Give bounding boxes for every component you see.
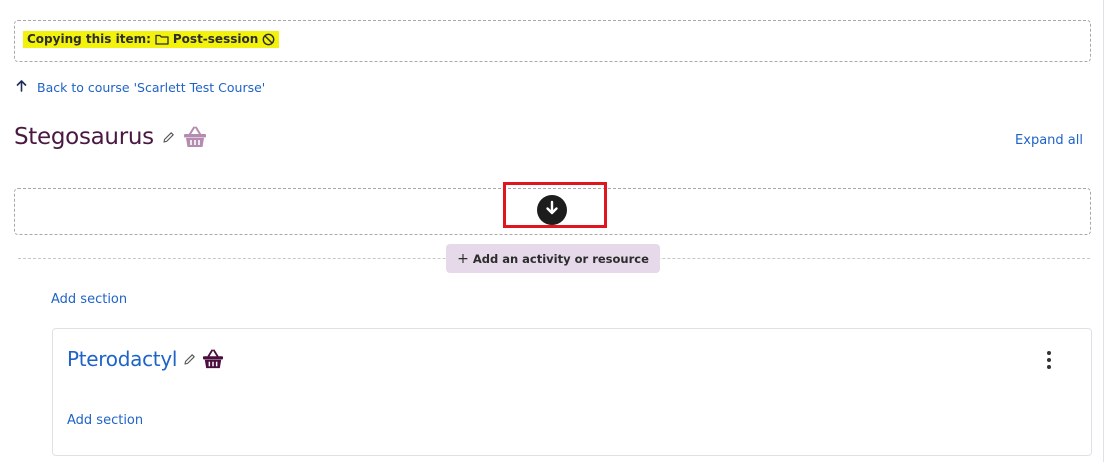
edit-pencil-icon[interactable] [183, 353, 196, 366]
section-heading: Stegosaurus [14, 124, 207, 150]
expand-all-link[interactable]: Expand all [1015, 133, 1083, 148]
folder-icon [155, 34, 169, 45]
back-to-course-label: Back to course 'Scarlett Test Course' [37, 80, 266, 95]
subsection-heading: Pterodactyl [67, 347, 224, 371]
subsection-card: Pterodactyl Add section [52, 328, 1092, 456]
section-title: Stegosaurus [14, 124, 154, 150]
add-activity-label: Add an activity or resource [472, 251, 649, 266]
arrow-up-icon [16, 80, 27, 95]
arrow-down-circle-icon [545, 200, 559, 220]
basket-icon[interactable] [183, 126, 207, 148]
more-options-icon[interactable] [1045, 349, 1053, 371]
add-section-link[interactable]: Add section [51, 292, 127, 307]
copy-item-banner: Copying this item: Post-session [14, 20, 1091, 62]
cancel-icon[interactable] [262, 33, 275, 46]
edit-pencil-icon[interactable] [162, 131, 175, 144]
basket-icon[interactable] [202, 349, 224, 369]
back-to-course-link[interactable]: Back to course 'Scarlett Test Course' [16, 80, 265, 95]
plus-icon: + [457, 250, 469, 267]
copy-item-prefix: Copying this item: [27, 32, 151, 46]
subsection-title[interactable]: Pterodactyl [67, 347, 177, 371]
copy-item-label: Copying this item: Post-session [23, 31, 280, 48]
copy-item-name: Post-session [172, 32, 259, 46]
move-here-button[interactable] [537, 195, 567, 225]
subsection-add-section-link[interactable]: Add section [67, 413, 143, 428]
add-activity-button[interactable]: + Add an activity or resource [446, 244, 660, 273]
course-page: Copying this item: Post-session Back to … [0, 0, 1104, 462]
